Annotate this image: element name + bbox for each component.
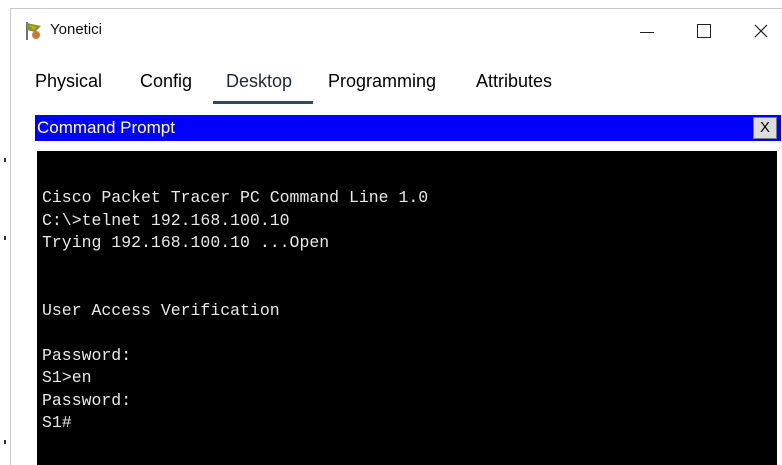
tab-physical[interactable]: Physical [35, 71, 102, 92]
terminal-line: S1# [42, 413, 72, 432]
terminal-line: Trying 192.168.100.10 ...Open [42, 233, 330, 252]
terminal-line: Password: [42, 390, 132, 410]
tab-programming[interactable]: Programming [328, 71, 436, 92]
maximize-icon [697, 24, 711, 38]
minimize-icon [640, 31, 654, 33]
minimize-button[interactable] [627, 15, 667, 47]
terminal-line: Password: [42, 345, 132, 365]
command-prompt-header: Command Prompt X [35, 115, 781, 141]
close-icon [754, 24, 768, 38]
close-button[interactable] [741, 15, 781, 47]
terminal-line: C:\>telnet 192.168.100.10 [42, 210, 290, 230]
window-title: Yonetici [50, 21, 102, 38]
tab-attributes[interactable]: Attributes [476, 71, 552, 92]
terminal-line: User Access Verification [42, 300, 280, 320]
command-prompt-title: Command Prompt [37, 118, 175, 137]
active-tab-indicator [213, 101, 313, 104]
terminal-output[interactable]: Cisco Packet Tracer PC Command Line 1.0 … [37, 151, 777, 465]
pc-window: Yonetici Physical Config Desktop Program… [10, 8, 782, 465]
tab-desktop[interactable]: Desktop [226, 71, 292, 92]
title-bar[interactable]: Yonetici [11, 9, 782, 53]
terminal-line: S1>en [42, 368, 92, 387]
tab-config[interactable]: Config [140, 71, 192, 92]
packet-tracer-pc-icon [26, 22, 41, 40]
terminal-line: Cisco Packet Tracer PC Command Line 1.0 [42, 188, 429, 207]
tab-bar: Physical Config Desktop Programming Attr… [11, 67, 782, 101]
maximize-button[interactable] [684, 15, 724, 47]
command-prompt-close-button[interactable]: X [753, 117, 777, 139]
